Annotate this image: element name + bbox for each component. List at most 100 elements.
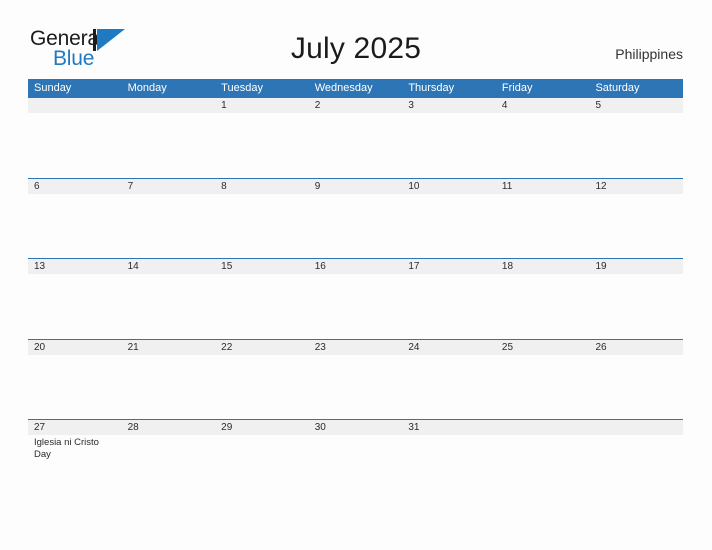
event-cell[interactable] (589, 435, 683, 500)
event-cell[interactable] (402, 274, 496, 339)
day-number: 7 (127, 180, 134, 192)
day-number: 28 (127, 422, 139, 433)
event-cell[interactable] (496, 435, 590, 500)
week-event-band (28, 194, 683, 259)
week-date-band: 27 28 29 30 31 (28, 420, 683, 435)
day-number: 20 (34, 341, 46, 353)
event-cell[interactable] (309, 355, 403, 420)
day-cell[interactable]: 2 (309, 98, 403, 113)
calendar-grid: Sunday Monday Tuesday Wednesday Thursday… (28, 79, 683, 500)
event-cell[interactable] (122, 355, 216, 420)
day-cell[interactable] (122, 98, 216, 113)
event-cell[interactable] (402, 355, 496, 420)
event-cell[interactable] (309, 113, 403, 178)
day-cell[interactable]: 7 (122, 179, 216, 194)
event-cell[interactable] (589, 113, 683, 178)
day-cell[interactable]: 26 (589, 340, 683, 355)
event-cell[interactable] (496, 194, 590, 259)
event-cell[interactable] (496, 355, 590, 420)
event-cell[interactable] (215, 194, 309, 259)
event-cell[interactable] (28, 274, 122, 339)
day-cell[interactable]: 4 (496, 98, 590, 113)
week-date-band: 6 7 8 9 10 11 12 (28, 178, 683, 194)
day-cell[interactable]: 10 (402, 179, 496, 194)
event-cell[interactable] (215, 113, 309, 178)
event-cell[interactable] (589, 355, 683, 420)
event-text: Iglesia ni Cristo Day (34, 437, 99, 460)
event-cell[interactable] (215, 274, 309, 339)
day-cell[interactable]: 31 (402, 420, 496, 435)
event-cell[interactable] (496, 274, 590, 339)
week-event-band (28, 274, 683, 339)
day-cell[interactable]: 1 (215, 98, 309, 113)
day-number: 19 (595, 261, 607, 272)
event-cell[interactable]: Iglesia ni Cristo Day (28, 435, 122, 500)
event-cell[interactable] (215, 435, 309, 500)
day-cell[interactable] (28, 98, 122, 113)
day-number: 23 (314, 341, 326, 353)
day-cell[interactable]: 22 (215, 340, 309, 355)
event-cell[interactable] (309, 435, 403, 500)
event-cell[interactable] (28, 355, 122, 420)
weekday-thursday: Thursday (408, 82, 455, 94)
day-cell[interactable]: 15 (215, 259, 309, 274)
day-cell[interactable]: 23 (309, 340, 403, 355)
day-cell[interactable]: 14 (122, 259, 216, 274)
day-number: 3 (408, 100, 414, 111)
event-cell[interactable] (28, 113, 122, 178)
week-row: 20 21 22 23 24 25 26 (28, 338, 683, 420)
event-cell[interactable] (309, 194, 403, 259)
event-cell[interactable] (28, 194, 122, 259)
week-row: 27 28 29 30 31 Iglesia ni Cristo Day (28, 419, 683, 500)
day-cell[interactable] (589, 420, 683, 435)
weekday-saturday: Saturday (595, 82, 640, 94)
region-label: Philippines (615, 46, 683, 62)
event-cell[interactable] (589, 274, 683, 339)
day-cell[interactable]: 21 (122, 340, 216, 355)
week-date-band: 1 2 3 4 5 (28, 98, 683, 113)
event-cell[interactable] (122, 435, 216, 500)
event-cell[interactable] (402, 113, 496, 178)
day-cell[interactable]: 12 (589, 179, 683, 194)
day-cell[interactable]: 3 (402, 98, 496, 113)
page-header: General Blue July 2025 Philippines (0, 0, 712, 78)
event-cell[interactable] (402, 194, 496, 259)
day-cell[interactable]: 11 (496, 179, 590, 194)
week-date-band: 13 14 15 16 17 18 19 (28, 259, 683, 274)
day-cell[interactable]: 8 (215, 179, 309, 194)
day-number: 22 (221, 341, 233, 353)
event-cell[interactable] (402, 435, 496, 500)
day-cell[interactable]: 27 (28, 420, 122, 435)
event-cell[interactable] (215, 355, 309, 420)
day-number: 14 (127, 261, 139, 272)
day-number: 12 (595, 180, 607, 192)
event-cell[interactable] (496, 113, 590, 178)
day-cell[interactable]: 16 (309, 259, 403, 274)
day-number: 5 (595, 100, 602, 111)
day-cell[interactable]: 6 (28, 179, 122, 194)
event-cell[interactable] (589, 194, 683, 259)
day-number: 11 (501, 180, 513, 192)
day-cell[interactable]: 20 (28, 340, 122, 355)
week-row: 1 2 3 4 5 (28, 97, 683, 178)
event-cell[interactable] (122, 274, 216, 339)
day-cell[interactable]: 30 (309, 420, 403, 435)
day-cell[interactable] (496, 420, 590, 435)
day-number: 1 (221, 100, 227, 111)
event-cell[interactable] (122, 113, 216, 178)
weekday-wednesday: Wednesday (314, 82, 373, 94)
event-cell[interactable] (309, 274, 403, 339)
day-cell[interactable]: 18 (496, 259, 590, 274)
day-cell[interactable]: 13 (28, 259, 122, 274)
event-cell[interactable] (122, 194, 216, 259)
day-number: 17 (408, 261, 420, 272)
day-cell[interactable]: 29 (215, 420, 309, 435)
day-cell[interactable]: 19 (589, 259, 683, 274)
day-cell[interactable]: 9 (309, 179, 403, 194)
day-number: 6 (34, 180, 40, 192)
day-cell[interactable]: 24 (402, 340, 496, 355)
day-cell[interactable]: 28 (122, 420, 216, 435)
day-cell[interactable]: 5 (589, 98, 683, 113)
day-cell[interactable]: 17 (402, 259, 496, 274)
day-cell[interactable]: 25 (496, 340, 590, 355)
